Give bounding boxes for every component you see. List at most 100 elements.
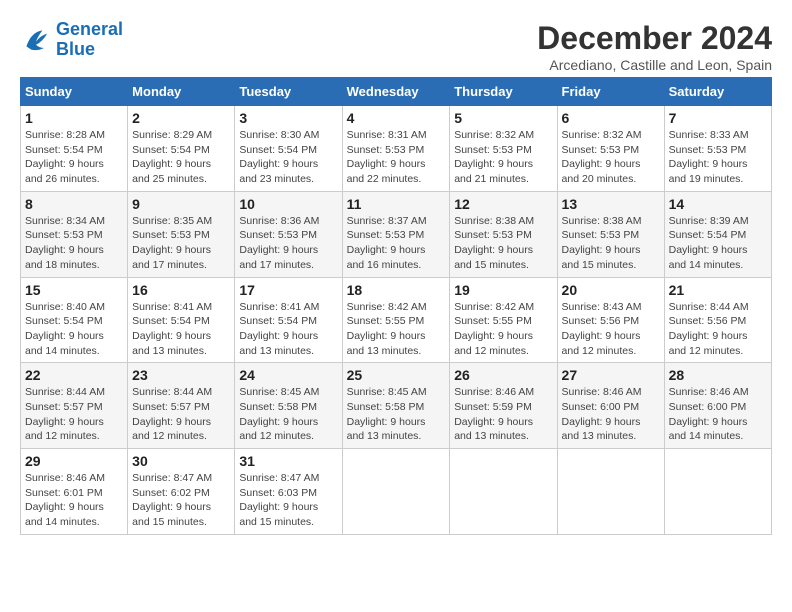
calendar-cell (450, 449, 557, 535)
day-number: 28 (669, 367, 767, 383)
day-number: 21 (669, 282, 767, 298)
day-info: Sunrise: 8:45 AM Sunset: 5:58 PM Dayligh… (239, 385, 337, 444)
day-number: 10 (239, 196, 337, 212)
calendar-cell: 8Sunrise: 8:34 AM Sunset: 5:53 PM Daylig… (21, 191, 128, 277)
day-number: 17 (239, 282, 337, 298)
day-info: Sunrise: 8:33 AM Sunset: 5:53 PM Dayligh… (669, 128, 767, 187)
day-number: 31 (239, 453, 337, 469)
day-info: Sunrise: 8:44 AM Sunset: 5:56 PM Dayligh… (669, 300, 767, 359)
calendar-cell: 1Sunrise: 8:28 AM Sunset: 5:54 PM Daylig… (21, 106, 128, 192)
day-info: Sunrise: 8:44 AM Sunset: 5:57 PM Dayligh… (25, 385, 123, 444)
day-number: 3 (239, 110, 337, 126)
day-number: 15 (25, 282, 123, 298)
calendar-cell: 21 Sunrise: 8:44 AM Sunset: 5:56 PM Dayli… (664, 277, 771, 363)
calendar-cell: 17 Sunrise: 8:41 AM Sunset: 5:54 PM Dayli… (235, 277, 342, 363)
calendar-cell: 12 Sunrise: 8:38 AM Sunset: 5:53 PM Dayli… (450, 191, 557, 277)
calendar-cell: 25 Sunrise: 8:45 AM Sunset: 5:58 PM Dayli… (342, 363, 450, 449)
day-number: 8 (25, 196, 123, 212)
calendar-cell: 16 Sunrise: 8:41 AM Sunset: 5:54 PM Dayli… (128, 277, 235, 363)
calendar-cell: 5 Sunrise: 8:32 AM Sunset: 5:53 PM Daylig… (450, 106, 557, 192)
calendar-cell: 29 Sunrise: 8:46 AM Sunset: 6:01 PM Dayli… (21, 449, 128, 535)
day-number: 26 (454, 367, 552, 383)
day-number: 16 (132, 282, 230, 298)
day-info: Sunrise: 8:47 AM Sunset: 6:03 PM Dayligh… (239, 471, 337, 530)
calendar-cell (342, 449, 450, 535)
calendar-cell: 15 Sunrise: 8:40 AM Sunset: 5:54 PM Dayli… (21, 277, 128, 363)
calendar-cell: 23 Sunrise: 8:44 AM Sunset: 5:57 PM Dayli… (128, 363, 235, 449)
calendar-cell: 22 Sunrise: 8:44 AM Sunset: 5:57 PM Dayli… (21, 363, 128, 449)
day-number: 7 (669, 110, 767, 126)
logo-text: General Blue (56, 20, 123, 60)
calendar-cell: 24Sunrise: 8:45 AM Sunset: 5:58 PM Dayli… (235, 363, 342, 449)
logo: General Blue (20, 20, 123, 60)
day-info: Sunrise: 8:41 AM Sunset: 5:54 PM Dayligh… (239, 300, 337, 359)
day-info: Sunrise: 8:41 AM Sunset: 5:54 PM Dayligh… (132, 300, 230, 359)
title-block: December 2024 Arcediano, Castille and Le… (537, 20, 772, 73)
day-number: 2 (132, 110, 230, 126)
day-info: Sunrise: 8:40 AM Sunset: 5:54 PM Dayligh… (25, 300, 123, 359)
calendar-cell: 7 Sunrise: 8:33 AM Sunset: 5:53 PM Daylig… (664, 106, 771, 192)
calendar-cell: 10 Sunrise: 8:36 AM Sunset: 5:53 PM Dayli… (235, 191, 342, 277)
col-header-tuesday: Tuesday (235, 78, 342, 106)
day-info: Sunrise: 8:46 AM Sunset: 6:00 PM Dayligh… (562, 385, 660, 444)
calendar-cell: 13 Sunrise: 8:38 AM Sunset: 5:53 PM Dayli… (557, 191, 664, 277)
page-title: December 2024 (537, 20, 772, 57)
page-subtitle: Arcediano, Castille and Leon, Spain (537, 57, 772, 73)
day-number: 14 (669, 196, 767, 212)
col-header-thursday: Thursday (450, 78, 557, 106)
day-number: 22 (25, 367, 123, 383)
day-info: Sunrise: 8:32 AM Sunset: 5:53 PM Dayligh… (454, 128, 552, 187)
day-info: Sunrise: 8:30 AM Sunset: 5:54 PM Dayligh… (239, 128, 337, 187)
col-header-monday: Monday (128, 78, 235, 106)
day-info: Sunrise: 8:46 AM Sunset: 5:59 PM Dayligh… (454, 385, 552, 444)
day-number: 1 (25, 110, 123, 126)
col-header-sunday: Sunday (21, 78, 128, 106)
calendar-cell: 27 Sunrise: 8:46 AM Sunset: 6:00 PM Dayli… (557, 363, 664, 449)
col-header-saturday: Saturday (664, 78, 771, 106)
day-info: Sunrise: 8:43 AM Sunset: 5:56 PM Dayligh… (562, 300, 660, 359)
day-info: Sunrise: 8:32 AM Sunset: 5:53 PM Dayligh… (562, 128, 660, 187)
calendar-cell: 3 Sunrise: 8:30 AM Sunset: 5:54 PM Daylig… (235, 106, 342, 192)
calendar-cell (664, 449, 771, 535)
day-info: Sunrise: 8:44 AM Sunset: 5:57 PM Dayligh… (132, 385, 230, 444)
col-header-wednesday: Wednesday (342, 78, 450, 106)
day-number: 23 (132, 367, 230, 383)
calendar-cell: 26 Sunrise: 8:46 AM Sunset: 5:59 PM Dayli… (450, 363, 557, 449)
calendar-cell: 4 Sunrise: 8:31 AM Sunset: 5:53 PM Daylig… (342, 106, 450, 192)
calendar-cell: 20 Sunrise: 8:43 AM Sunset: 5:56 PM Dayli… (557, 277, 664, 363)
day-number: 5 (454, 110, 552, 126)
day-number: 4 (347, 110, 446, 126)
calendar-cell: 28Sunrise: 8:46 AM Sunset: 6:00 PM Dayli… (664, 363, 771, 449)
day-number: 20 (562, 282, 660, 298)
day-number: 13 (562, 196, 660, 212)
calendar-cell: 9 Sunrise: 8:35 AM Sunset: 5:53 PM Daylig… (128, 191, 235, 277)
day-number: 29 (25, 453, 123, 469)
day-number: 25 (347, 367, 446, 383)
calendar-cell: 11 Sunrise: 8:37 AM Sunset: 5:53 PM Dayli… (342, 191, 450, 277)
calendar-cell: 2 Sunrise: 8:29 AM Sunset: 5:54 PM Daylig… (128, 106, 235, 192)
day-info: Sunrise: 8:31 AM Sunset: 5:53 PM Dayligh… (347, 128, 446, 187)
day-info: Sunrise: 8:42 AM Sunset: 5:55 PM Dayligh… (347, 300, 446, 359)
day-number: 19 (454, 282, 552, 298)
day-number: 12 (454, 196, 552, 212)
day-number: 6 (562, 110, 660, 126)
day-number: 11 (347, 196, 446, 212)
calendar-cell: 18 Sunrise: 8:42 AM Sunset: 5:55 PM Dayli… (342, 277, 450, 363)
calendar-cell (557, 449, 664, 535)
general-blue-logo-icon (20, 24, 52, 56)
calendar-table: SundayMondayTuesdayWednesdayThursdayFrid… (20, 77, 772, 535)
col-header-friday: Friday (557, 78, 664, 106)
day-number: 18 (347, 282, 446, 298)
day-info: Sunrise: 8:46 AM Sunset: 6:01 PM Dayligh… (25, 471, 123, 530)
day-info: Sunrise: 8:37 AM Sunset: 5:53 PM Dayligh… (347, 214, 446, 273)
day-info: Sunrise: 8:38 AM Sunset: 5:53 PM Dayligh… (562, 214, 660, 273)
calendar-cell: 14Sunrise: 8:39 AM Sunset: 5:54 PM Dayli… (664, 191, 771, 277)
day-info: Sunrise: 8:45 AM Sunset: 5:58 PM Dayligh… (347, 385, 446, 444)
day-info: Sunrise: 8:29 AM Sunset: 5:54 PM Dayligh… (132, 128, 230, 187)
day-info: Sunrise: 8:38 AM Sunset: 5:53 PM Dayligh… (454, 214, 552, 273)
day-info: Sunrise: 8:36 AM Sunset: 5:53 PM Dayligh… (239, 214, 337, 273)
day-info: Sunrise: 8:35 AM Sunset: 5:53 PM Dayligh… (132, 214, 230, 273)
day-number: 27 (562, 367, 660, 383)
day-info: Sunrise: 8:47 AM Sunset: 6:02 PM Dayligh… (132, 471, 230, 530)
day-number: 9 (132, 196, 230, 212)
